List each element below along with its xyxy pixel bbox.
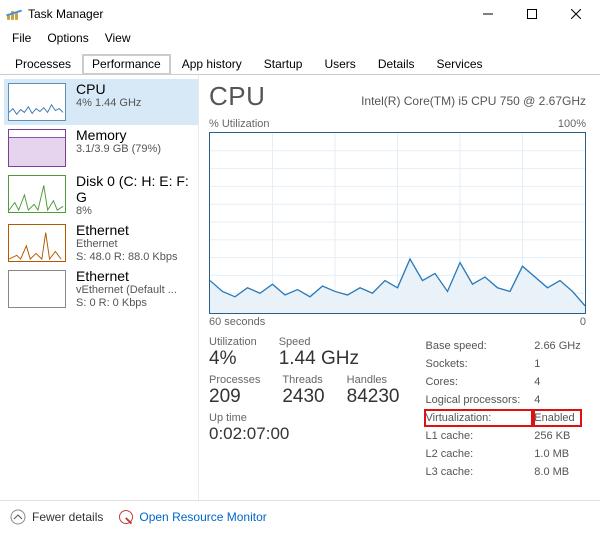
k-l1: L1 cache: — [425, 428, 532, 444]
k-sockets: Sockets: — [425, 356, 532, 372]
lbl-speed: Speed — [279, 336, 359, 348]
cpu-properties: Base speed:2.66 GHz Sockets:1 Cores:4 Lo… — [423, 336, 582, 482]
k-l2: L2 cache: — [425, 446, 532, 462]
sidebar-disk-sub: 8% — [76, 205, 194, 218]
tab-users[interactable]: Users — [313, 53, 366, 75]
fewer-details-label: Fewer details — [32, 510, 103, 524]
v-logical-processors: 4 — [534, 392, 580, 408]
sidebar-eth1-sub2: S: 48.0 R: 88.0 Kbps — [76, 251, 178, 264]
main-pane: CPU Intel(R) Core(TM) i5 CPU 750 @ 2.67G… — [199, 75, 600, 500]
v-l1: 256 KB — [534, 428, 580, 444]
chart-x-left: 60 seconds — [209, 316, 265, 328]
val-utilization: 4% — [209, 348, 257, 370]
sidebar-item-memory[interactable]: Memory 3.1/3.9 GB (79%) — [4, 125, 198, 171]
k-cores: Cores: — [425, 374, 532, 390]
tab-details[interactable]: Details — [367, 53, 426, 75]
val-processes: 209 — [209, 386, 260, 408]
sidebar-memory-title: Memory — [76, 127, 161, 143]
val-threads: 2430 — [282, 386, 324, 408]
sidebar-cpu-title: CPU — [76, 81, 141, 97]
ethernet2-thumb-icon — [8, 270, 66, 308]
sidebar-item-ethernet1[interactable]: Ethernet Ethernet S: 48.0 R: 88.0 Kbps — [4, 220, 198, 266]
tab-startup[interactable]: Startup — [253, 53, 314, 75]
v-base-speed: 2.66 GHz — [534, 338, 580, 354]
v-virtualization: Enabled — [534, 410, 580, 426]
resource-monitor-icon — [119, 510, 133, 524]
close-button[interactable] — [554, 0, 598, 28]
val-handles: 84230 — [347, 386, 400, 408]
chart-y-max: 100% — [558, 118, 586, 130]
lbl-threads: Threads — [282, 374, 324, 386]
lbl-handles: Handles — [347, 374, 400, 386]
sidebar-eth1-title: Ethernet — [76, 222, 178, 238]
minimize-button[interactable] — [466, 0, 510, 28]
menu-file[interactable]: File — [4, 30, 39, 46]
k-l3: L3 cache: — [425, 464, 532, 480]
v-sockets: 1 — [534, 356, 580, 372]
sidebar-eth1-sub1: Ethernet — [76, 238, 178, 251]
page-title: CPU — [209, 81, 265, 112]
window-title: Task Manager — [28, 7, 103, 21]
v-l2: 1.0 MB — [534, 446, 580, 462]
disk-thumb-icon — [8, 175, 66, 213]
ethernet-thumb-icon — [8, 224, 66, 262]
sidebar-disk-title: Disk 0 (C: H: E: F: G — [76, 173, 194, 205]
val-speed: 1.44 GHz — [279, 348, 359, 370]
cpu-utilization-chart — [209, 132, 586, 314]
sidebar-item-disk0[interactable]: Disk 0 (C: H: E: F: G 8% — [4, 171, 198, 220]
tab-performance[interactable]: Performance — [82, 54, 171, 75]
lbl-uptime: Up time — [209, 412, 399, 424]
k-base-speed: Base speed: — [425, 338, 532, 354]
menubar: File Options View — [0, 28, 600, 47]
sidebar-eth2-sub1: vEthernet (Default ... — [76, 284, 177, 297]
tab-app-history[interactable]: App history — [171, 53, 253, 75]
lbl-utilization: Utilization — [209, 336, 257, 348]
open-resource-monitor-label: Open Resource Monitor — [139, 510, 266, 524]
fewer-details-button[interactable]: Fewer details — [10, 509, 103, 525]
sidebar-item-ethernet2[interactable]: Ethernet vEthernet (Default ... S: 0 R: … — [4, 266, 198, 312]
chevron-up-icon — [10, 509, 26, 525]
tab-services[interactable]: Services — [426, 53, 494, 75]
cpu-thumb-icon — [8, 83, 66, 121]
k-logical-processors: Logical processors: — [425, 392, 532, 408]
titlebar: Task Manager — [0, 0, 600, 28]
sidebar: CPU 4% 1.44 GHz Memory 3.1/3.9 GB (79%) … — [0, 75, 199, 500]
app-icon — [6, 6, 22, 22]
sidebar-eth2-sub2: S: 0 R: 0 Kbps — [76, 297, 177, 310]
lbl-processes: Processes — [209, 374, 260, 386]
menu-view[interactable]: View — [97, 30, 139, 46]
maximize-button[interactable] — [510, 0, 554, 28]
sidebar-memory-sub: 3.1/3.9 GB (79%) — [76, 143, 161, 156]
menu-options[interactable]: Options — [39, 30, 96, 46]
sidebar-eth2-title: Ethernet — [76, 268, 177, 284]
tab-bar: Processes Performance App history Startu… — [0, 47, 600, 75]
sidebar-cpu-sub: 4% 1.44 GHz — [76, 97, 141, 110]
open-resource-monitor-link[interactable]: Open Resource Monitor — [119, 510, 266, 524]
val-uptime: 0:02:07:00 — [209, 424, 399, 444]
v-l3: 8.0 MB — [534, 464, 580, 480]
stats-left: Utilization4% Speed1.44 GHz Processes209… — [209, 336, 399, 482]
memory-thumb-icon — [8, 129, 66, 167]
chart-y-label: % Utilization — [209, 118, 270, 130]
k-virtualization: Virtualization: — [425, 410, 532, 426]
tab-processes[interactable]: Processes — [4, 53, 82, 75]
v-cores: 4 — [534, 374, 580, 390]
content-area: CPU 4% 1.44 GHz Memory 3.1/3.9 GB (79%) … — [0, 75, 600, 500]
chart-x-right: 0 — [580, 316, 586, 328]
cpu-model: Intel(R) Core(TM) i5 CPU 750 @ 2.67GHz — [361, 94, 586, 108]
footer: Fewer details Open Resource Monitor — [0, 500, 600, 532]
sidebar-item-cpu[interactable]: CPU 4% 1.44 GHz — [4, 79, 198, 125]
